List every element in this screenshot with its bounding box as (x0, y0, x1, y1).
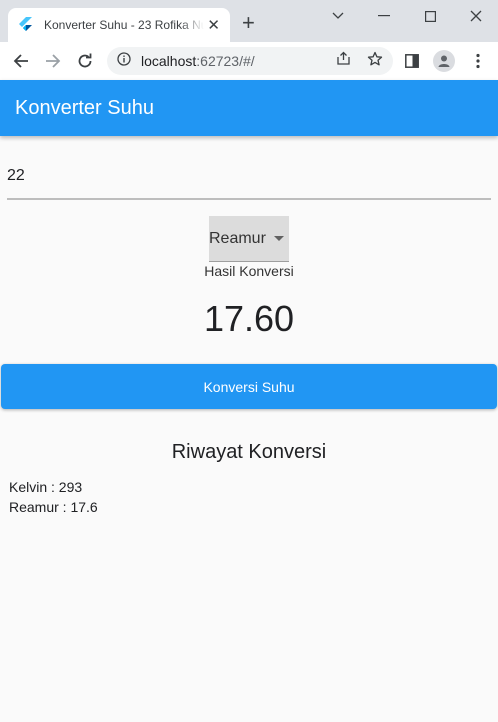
site-info-icon[interactable] (117, 51, 131, 71)
bookmark-star-icon[interactable] (367, 51, 383, 72)
maximize-icon[interactable] (410, 0, 450, 32)
browser-toolbar: localhost:62723/#/ (0, 42, 498, 81)
browser-tab-strip: Konverter Suhu - 23 Rofika Nur ✕ + (0, 0, 498, 42)
app-bar: Konverter Suhu (0, 80, 498, 136)
convert-button[interactable]: Konversi Suhu (1, 364, 497, 409)
back-icon[interactable] (9, 49, 33, 73)
address-bar[interactable]: localhost:62723/#/ (107, 47, 393, 75)
close-icon[interactable]: ✕ (207, 18, 220, 33)
url-host: localhost (141, 53, 197, 69)
unit-selected: Reamur (209, 229, 266, 247)
forward-icon[interactable] (41, 49, 65, 73)
app-title: Konverter Suhu (15, 96, 154, 119)
share-icon[interactable] (336, 51, 351, 71)
temperature-input[interactable]: 22 (7, 158, 491, 200)
reload-icon[interactable] (73, 49, 97, 73)
history-title: Riwayat Konversi (171, 441, 327, 463)
result-label: Hasil Konversi (204, 263, 294, 279)
dropdown-caret-icon (273, 236, 284, 241)
flutter-favicon (18, 17, 34, 33)
minimize-icon[interactable] (364, 0, 404, 32)
history-list: Kelvin : 293 Reamur : 17.6 (9, 477, 98, 517)
omnibox-actions (336, 51, 383, 72)
profile-icon[interactable] (432, 49, 456, 73)
minimize-icon[interactable] (318, 0, 358, 32)
side-panel-icon[interactable] (400, 49, 424, 73)
unit-dropdown[interactable]: Reamur (209, 216, 289, 262)
list-item: Reamur : 17.6 (9, 499, 98, 515)
list-item: Kelvin : 293 (9, 479, 83, 495)
menu-kebab-icon[interactable] (466, 49, 490, 73)
url-path: :62723/#/ (196, 53, 255, 69)
avatar (433, 50, 455, 72)
url-text: localhost:62723/#/ (141, 53, 255, 69)
browser-tab[interactable]: Konverter Suhu - 23 Rofika Nur ✕ (8, 8, 230, 42)
new-tab-icon[interactable]: + (242, 12, 255, 34)
result-value: 17.60 (203, 298, 295, 339)
tab-title: Konverter Suhu - 23 Rofika Nur (44, 18, 204, 32)
window-close-icon[interactable] (456, 0, 496, 32)
